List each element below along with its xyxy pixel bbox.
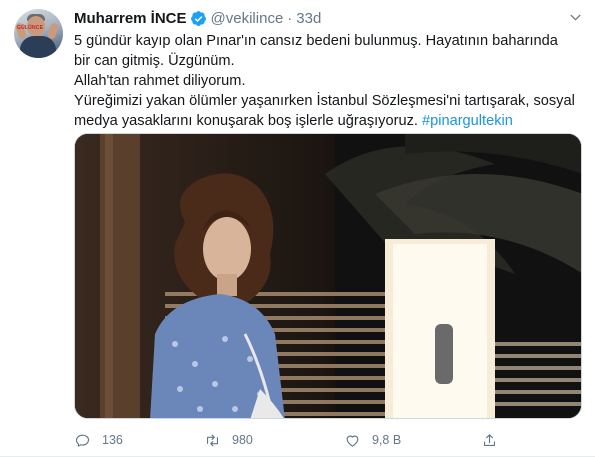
chevron-down-icon[interactable]	[566, 8, 584, 26]
tweet-line: medya yasaklarını konuşarak boş işlerle …	[74, 113, 422, 129]
separator-dot: ·	[287, 9, 293, 27]
display-name[interactable]: Muharrem İNCE	[74, 10, 187, 27]
share-button[interactable]	[481, 430, 498, 450]
heart-icon	[346, 435, 359, 447]
avatar-body	[20, 36, 56, 58]
share-icon	[483, 433, 496, 446]
action-bar: 136 980 9,8 B	[74, 430, 514, 450]
avatar[interactable]: GÜLÜNCE	[14, 9, 63, 58]
user-handle[interactable]: @vekilince	[211, 10, 284, 27]
retweet-button[interactable]: 980	[204, 430, 253, 450]
avatar-logo-text: GÜLÜNCE	[17, 25, 44, 31]
retweet-icon	[206, 434, 219, 446]
reply-icon	[75, 434, 90, 447]
tweet-card[interactable]: GÜLÜNCE Muharrem İNCE @vekilince · 33d 5…	[0, 0, 595, 457]
tweet-text: 5 gündür kayıp olan Pınar'ın cansız bede…	[74, 31, 579, 131]
tweet-line: bir can gitmiş. Üzgünüm.	[74, 53, 235, 69]
photo-illustration	[75, 134, 581, 418]
verified-badge-icon	[190, 10, 207, 27]
tweet-line: Yüreğimizi yakan ölümler yaşanırken İsta…	[74, 93, 575, 109]
like-count: 9,8 B	[372, 433, 402, 447]
hashtag-link[interactable]: #pinargultekin	[422, 113, 513, 129]
tweet-photo[interactable]	[74, 133, 582, 419]
tweet-line-with-hashtag: medya yasaklarını konuşarak boş işlerle …	[74, 111, 579, 131]
reply-button[interactable]: 136	[74, 430, 123, 450]
like-button[interactable]: 9,8 B	[344, 430, 401, 450]
tweet-header: Muharrem İNCE @vekilince · 33d	[74, 8, 321, 28]
timestamp[interactable]: 33d	[296, 10, 321, 27]
retweet-count: 980	[232, 433, 253, 447]
tweet-line: 5 gündür kayıp olan Pınar'ın cansız bede…	[74, 33, 558, 49]
reply-count: 136	[102, 433, 123, 447]
tweet-line: Allah'tan rahmet diliyorum.	[74, 73, 246, 89]
